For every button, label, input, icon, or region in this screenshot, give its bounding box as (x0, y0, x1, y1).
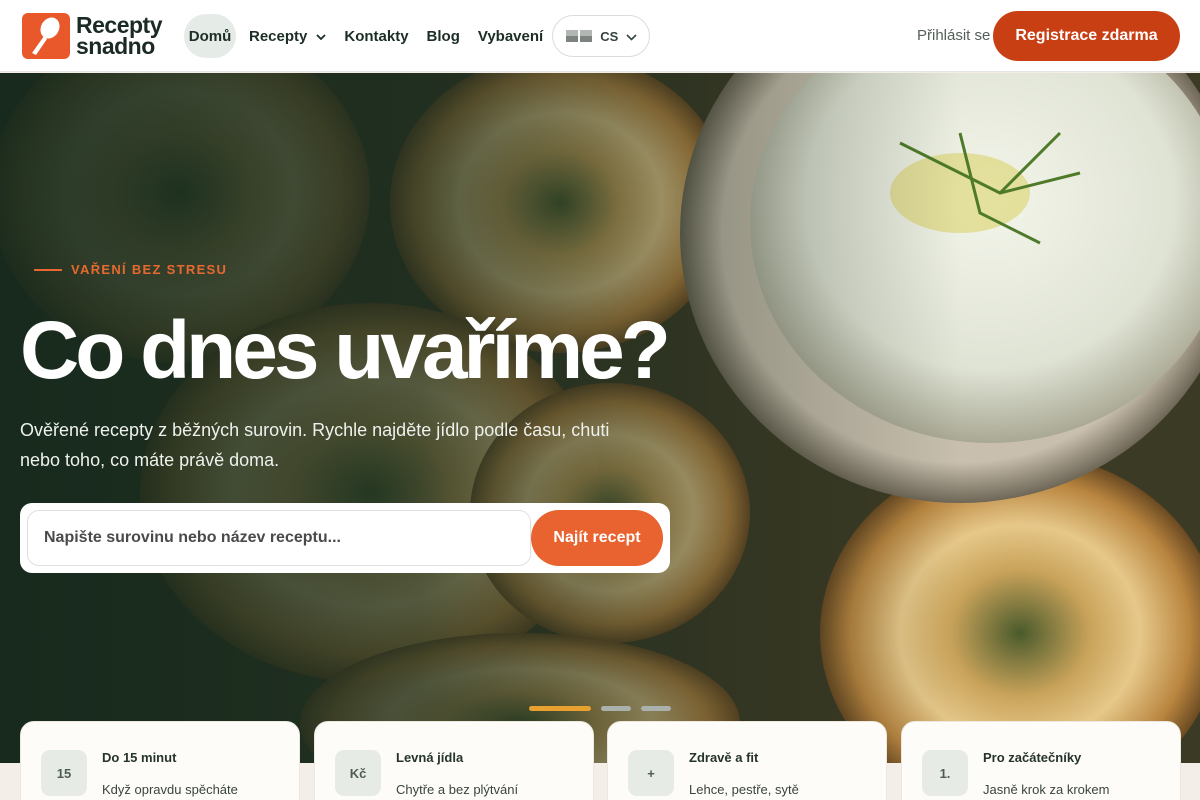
nav-item-home[interactable]: Domů (184, 14, 236, 58)
category-card-healthy[interactable]: + Zdravě a fit Lehce, pestře, sytě (607, 721, 887, 800)
nav-item-label: Vybavení (477, 27, 544, 45)
category-description: Jasně krok za krokem (983, 782, 1110, 797)
chevron-down-icon (626, 29, 637, 44)
nav-item-blog[interactable]: Blog (418, 14, 469, 58)
category-card-cheap[interactable]: Kč Levná jídla Chytře a bez plýtvání (314, 721, 594, 800)
slider-dot[interactable] (601, 706, 631, 711)
hero-eyebrow: VAŘENÍ BEZ STRESU (34, 262, 227, 277)
language-code: CS (600, 28, 619, 44)
category-badge: 1. (922, 750, 968, 796)
nav-item-label: Blog (426, 27, 460, 45)
hero-section: VAŘENÍ BEZ STRESU Co dnes uvaříme? Ověře… (0, 73, 1200, 763)
chevron-down-icon (316, 28, 326, 45)
category-title: Do 15 minut (102, 750, 177, 765)
main-nav: Domů Recepty Kontakty Blog Vybavení CS (184, 14, 651, 58)
brand-name: Recepty snadno (76, 14, 162, 59)
nav-item-label: Recepty (249, 27, 308, 45)
slider-dots (529, 706, 671, 711)
site-header: Recepty snadno Domů Recepty Kontakty Blo… (0, 0, 1200, 72)
spoon-logo-icon (22, 13, 70, 59)
nav-item-label: Domů (188, 27, 232, 45)
category-badge: Kč (335, 750, 381, 796)
category-title: Levná jídla (396, 750, 464, 765)
brand-line-2: snadno (76, 33, 155, 59)
category-badge: 15 (41, 750, 87, 796)
category-badge: + (628, 750, 674, 796)
hero-title: Co dnes uvaříme? (20, 305, 671, 396)
register-button[interactable]: Registrace zdarma (993, 11, 1180, 61)
category-title: Pro začátečníky (983, 750, 1082, 765)
nav-item-recipes[interactable]: Recepty (240, 14, 335, 58)
category-title: Zdravě a fit (689, 750, 759, 765)
eyebrow-text: VAŘENÍ BEZ STRESU (71, 262, 228, 277)
nav-item-contacts[interactable]: Kontakty (335, 14, 417, 58)
login-link[interactable]: Přihlásit se (917, 27, 990, 44)
recipe-search-form: Najít recept (20, 503, 670, 573)
category-description: Když opravdu spěcháte (102, 782, 238, 797)
category-description: Chytře a bez plýtvání (396, 782, 519, 797)
logo[interactable]: Recepty snadno (22, 13, 162, 59)
slider-dot[interactable] (529, 706, 591, 711)
category-description: Lehce, pestře, sytě (689, 782, 799, 797)
flag-icon (566, 30, 593, 42)
nav-item-label: Kontakty (344, 27, 409, 45)
slider-dot[interactable] (641, 706, 671, 711)
language-selector[interactable]: CS (552, 15, 651, 57)
category-card-beginners[interactable]: 1. Pro začátečníky Jasně krok za krokem (901, 721, 1181, 800)
category-cards: 15 Do 15 minut Když opravdu spěcháte Kč … (20, 721, 1181, 800)
nav-item-equipment[interactable]: Vybavení (469, 14, 552, 58)
eyebrow-line (34, 268, 62, 271)
category-card-quick[interactable]: 15 Do 15 minut Když opravdu spěcháte (20, 721, 300, 800)
search-input[interactable] (27, 510, 531, 566)
search-button[interactable]: Najít recept (531, 510, 663, 566)
hero-subtitle: Ověřené recepty z běžných surovin. Rychl… (20, 420, 610, 470)
